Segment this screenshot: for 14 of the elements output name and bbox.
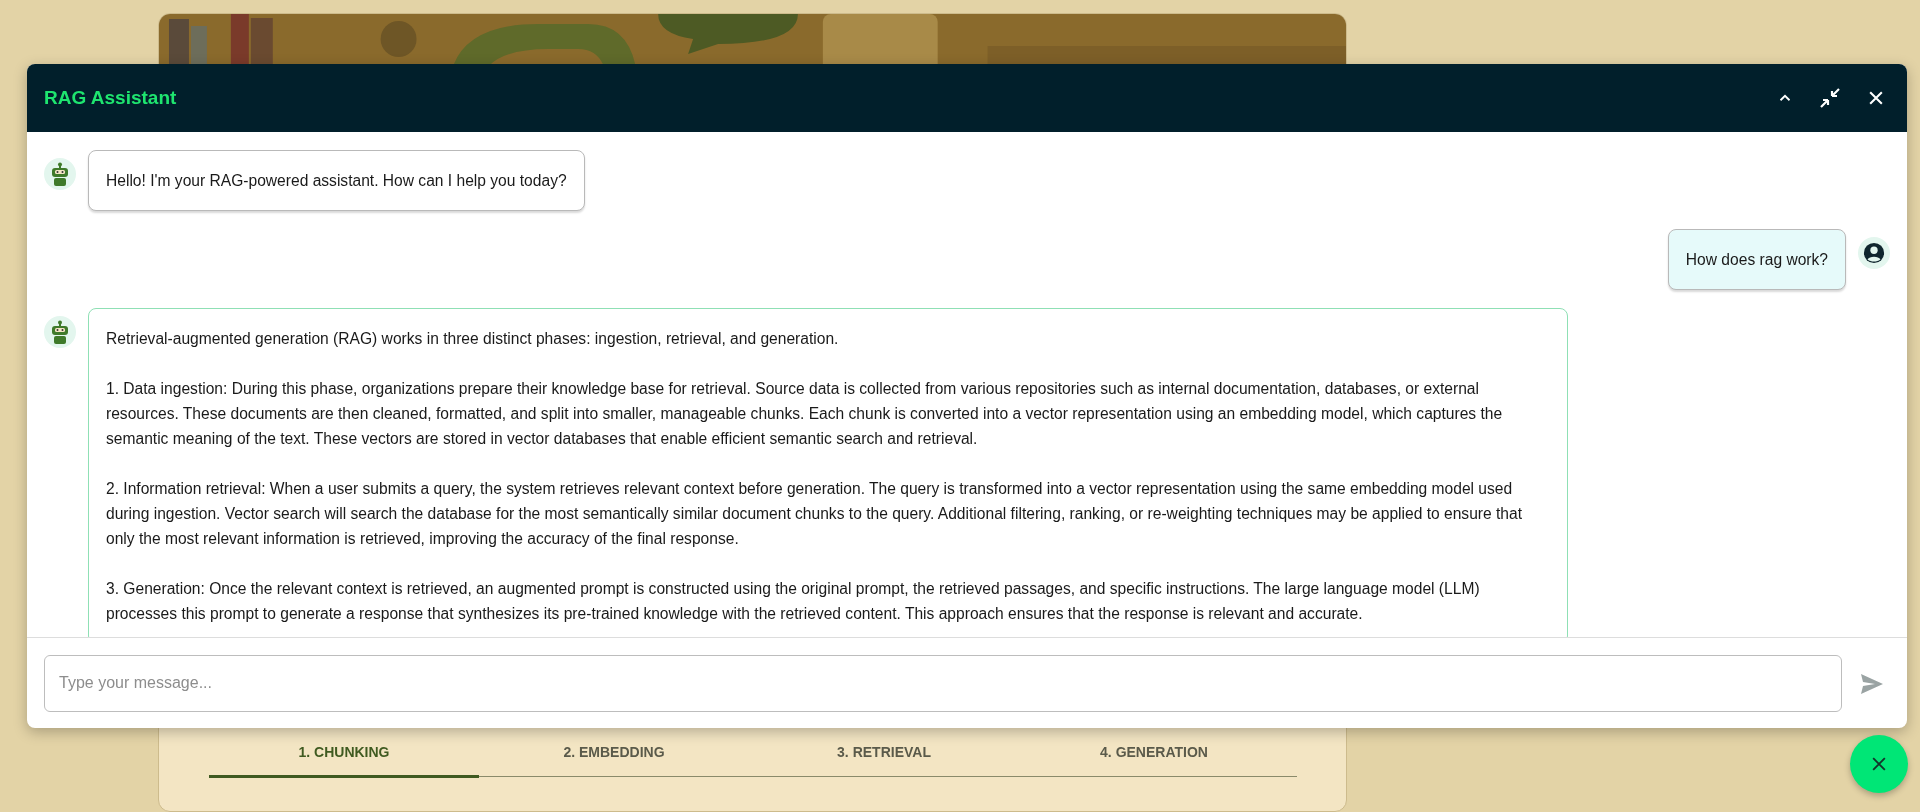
message-input[interactable]: Type your message... bbox=[44, 654, 1842, 712]
tab[interactable]: 2. EMBEDDING bbox=[479, 732, 749, 778]
message-text: 1. Data ingestion: During this phase, organizations prepare their knowledge base for retrieval. Source data is collected from various repositories such as internal documentation, databases, or external resources. These documents are then cleaned, formatted, and split into smaller, manageable chunks. Each chunk is converted into a vector representation using an embedding model, which captures the semantic meaning of the text. These vectors are stored in vector databases that enable efficient semantic search and retrieval. bbox=[106, 379, 1504, 449]
tab[interactable]: 3. RETRIEVAL bbox=[749, 732, 1019, 778]
message-text: 3. Generation: Once the relevant context is retrieved, an augmented prompt is constructed using the original prompt, the retrieved passages, and specific instructions. The large language model (LLM) processes this prompt to generate a response that synthesizes its pre-trained knowledge with the retrieved content. This approach ensures that the response is relevant and accurate. bbox=[106, 579, 1481, 624]
minimize-icon bbox=[1818, 86, 1842, 110]
chat-title: RAG Assistant bbox=[44, 85, 177, 110]
message-text: 2. Information retrieval: When a user submits a query, the system retrieves relevant context before generation. The query is transformed into a vector representation using the same embedding model used during ingestion. Vector search will search the database for the most semantically similar document chunks to the query. Additional filtering, ranking, or re-weighting techniques may be applied to ensure that only the most relevant information is retrieved, improving the accuracy of the final response. bbox=[106, 479, 1524, 549]
send-icon bbox=[1860, 672, 1884, 695]
tab[interactable]: 4. GENERATION bbox=[1019, 732, 1289, 778]
message-text: Hello! I'm your RAG-powered assistant. How can I help you today? bbox=[106, 171, 567, 191]
message-text: How does rag work? bbox=[1685, 250, 1828, 270]
tab[interactable]: 1. CHUNKING bbox=[209, 732, 479, 778]
message-text: Retrieval-augmented generation (RAG) works in three distinct phases: ingestion, retrieval, and generation. bbox=[106, 329, 840, 349]
